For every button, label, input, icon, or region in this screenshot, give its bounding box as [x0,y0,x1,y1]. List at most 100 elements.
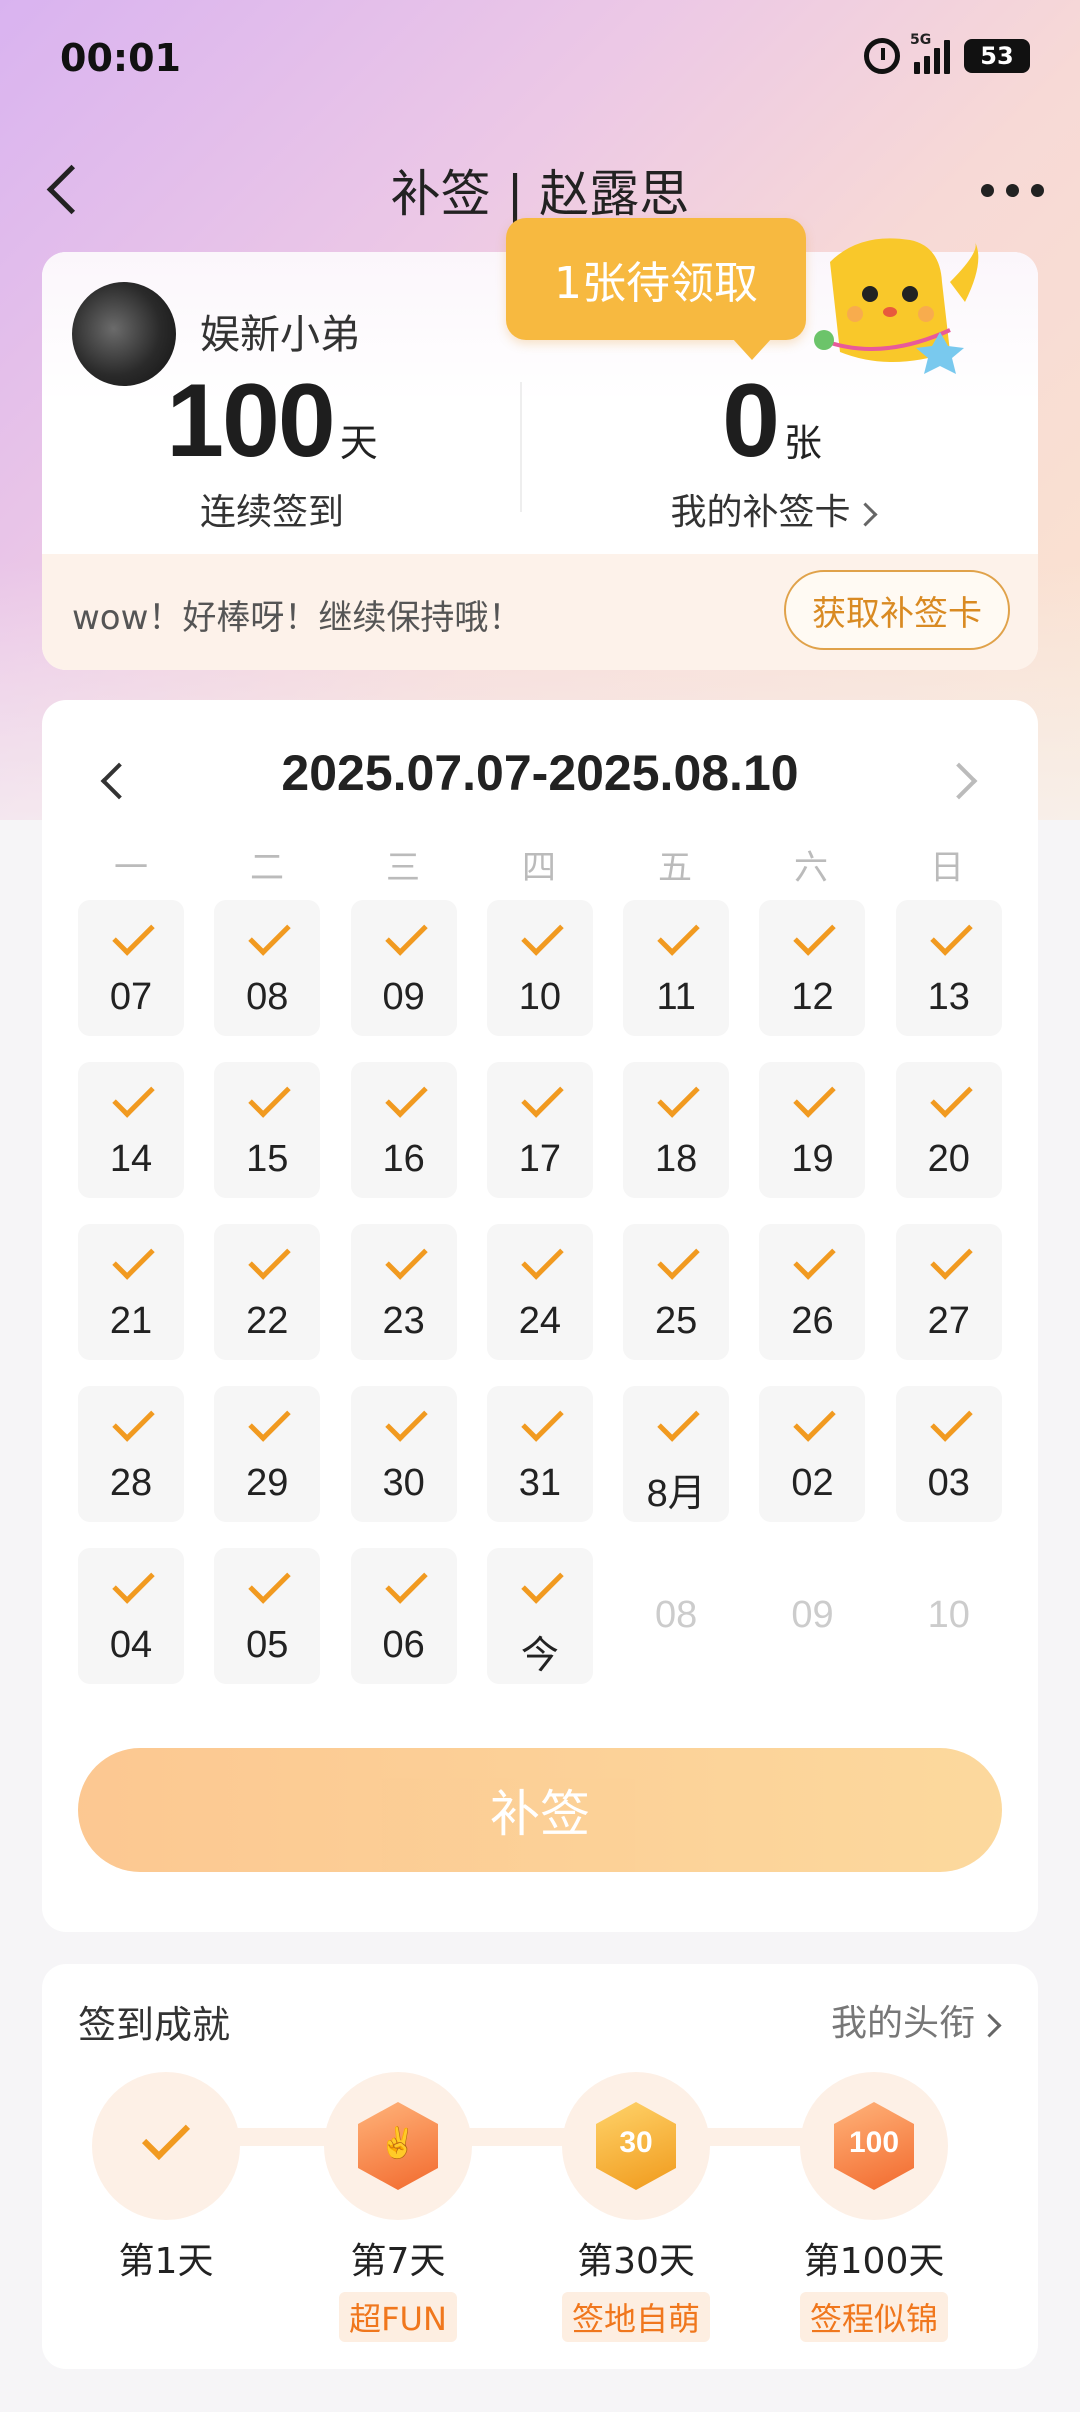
status-bar: 00:01 5G 53 [0,0,1080,120]
badge-100-days-icon: 100 [834,2102,914,2190]
network-type: 5G [910,32,932,48]
achievement-day7[interactable]: ✌ 第7天 超FUN [298,2072,498,2342]
calendar-day-cell[interactable]: 23 [350,1224,457,1360]
achievement-circle: 30 [562,2072,710,2220]
calendar-header: 2025.07.07-2025.08.10 [42,740,1038,820]
checkmark-icon [657,913,700,956]
mascot-icon [814,238,979,374]
calendar-day-cell[interactable]: 02 [759,1386,866,1522]
calendar-day-cell[interactable]: 25 [623,1224,730,1360]
weekday-label: 一 [114,848,148,888]
calendar-day-cell[interactable]: 16 [350,1062,457,1198]
weekday-label: 日 [930,848,964,888]
calendar-day-cell[interactable]: 13 [895,900,1002,1036]
calendar-day-label: 07 [109,976,153,1018]
checkmark-icon [248,1075,292,1118]
badge-hand-icon: ✌ [358,2102,438,2190]
alarm-icon [864,38,900,74]
checkmark-icon [384,1237,428,1280]
calendar-day-cell[interactable]: 04 [78,1548,184,1684]
calendar-day-cell[interactable]: 05 [214,1548,321,1684]
calendar-day-cell[interactable]: 11 [623,900,730,1036]
streak-value: 100 [166,363,336,479]
calendar-day-cell[interactable]: 今 [486,1548,593,1684]
calendar-day-cell[interactable]: 24 [486,1224,593,1360]
achievement-day30[interactable]: 30 第30天 签地自萌 [536,2072,736,2342]
stat-divider [520,382,522,512]
calendar-day-cell[interactable]: 18 [623,1062,730,1198]
calendar-day-cell[interactable]: 26 [759,1224,866,1360]
calendar-day-cell[interactable]: 22 [214,1224,321,1360]
calendar-day-label: 03 [927,1462,970,1504]
checkmark-icon [657,1237,700,1280]
more-options-button[interactable] [981,168,1044,213]
calendar-day-cell[interactable]: 03 [895,1386,1002,1522]
calendar-day-cell[interactable]: 10 [486,900,593,1036]
calendar-day-cell[interactable]: 06 [350,1548,457,1684]
my-titles-link[interactable]: 我的头衔 [830,1994,1002,2046]
achievement-circle: 100 [800,2072,948,2220]
calendar-day-cell[interactable]: 31 [486,1386,593,1522]
calendar-day-cell[interactable]: 19 [759,1062,866,1198]
calendar-day-label: 21 [109,1300,153,1342]
calendar-day-cell[interactable]: 30 [350,1386,457,1522]
chevron-right-icon [852,501,878,527]
checkmark-icon [248,1237,292,1280]
calendar-day-cell[interactable]: 15 [214,1062,321,1198]
cards-unit: 张 [783,421,822,465]
makeup-cards-stat[interactable]: 0张 我的补签卡 [602,362,942,535]
achievements-card: 签到成就 我的头衔 第1天 ✌ 第7天 超FUN 30 第30天 签地自萌 10… [42,1964,1038,2369]
calendar-day-cell[interactable]: 21 [78,1224,184,1360]
makeup-checkin-button[interactable]: 补签 [78,1748,1002,1872]
achievement-title-tag: 签程似锦 [799,2292,948,2342]
checkmark-icon [521,1399,564,1442]
calendar-day-cell[interactable]: 08 [623,1548,729,1684]
checkmark-icon [793,913,837,956]
achievement-day-label: 第30天 [577,2241,695,2282]
calendar-day-cell[interactable]: 27 [895,1224,1002,1360]
calendar-day-cell[interactable]: 08 [214,900,321,1036]
pending-cards-tooltip[interactable]: 1张待领取 [506,218,806,360]
checkmark-icon [384,1561,428,1604]
my-titles-label: 我的头衔 [830,2003,975,2044]
calendar-day-label: 11 [656,976,696,1018]
checkmark-icon [657,1399,700,1442]
calendar-day-cell[interactable]: 09 [350,900,457,1036]
calendar-day-label: 15 [246,1138,289,1180]
cards-value: 0 [722,363,780,479]
battery-icon: 53 [964,39,1030,73]
calendar-day-label: 04 [109,1624,153,1666]
username: 娱新小弟 [200,312,360,358]
achievement-circle [92,2072,240,2220]
checkmark-icon [521,1237,564,1280]
calendar-day-cell[interactable]: 28 [78,1386,184,1522]
calendar-day-label: 31 [518,1462,562,1504]
chevron-right-icon [940,762,978,800]
calendar-day-cell[interactable]: 07 [78,900,184,1036]
calendar-day-cell[interactable]: 29 [214,1386,321,1522]
achievement-day1[interactable]: 第1天 [66,2072,266,2284]
calendar-day-label: 09 [791,1594,834,1636]
calendar-day-label: 24 [518,1300,562,1342]
achievement-day-label: 第100天 [803,2241,945,2282]
checkmark-icon [793,1075,837,1118]
checkmark-icon [521,1075,564,1118]
calendar-day-cell[interactable]: 12 [759,900,866,1036]
checkmark-icon [521,913,564,956]
calendar-day-label: 28 [109,1462,153,1504]
signal-icon: 5G [910,32,950,74]
calendar-day-cell[interactable]: 14 [78,1062,184,1198]
weekday-label: 二 [250,848,284,888]
checkmark-icon [930,1075,973,1118]
calendar-day-cell[interactable]: 8月 [623,1386,730,1522]
calendar-day-cell[interactable]: 20 [895,1062,1002,1198]
calendar-card: 2025.07.07-2025.08.10 一 二 三 四 五 六 日 07 08… [42,700,1038,1932]
calendar-day-cell[interactable]: 09 [759,1548,865,1684]
get-makeup-card-button[interactable]: 获取补签卡 [784,570,1010,650]
calendar-day-cell[interactable]: 17 [486,1062,593,1198]
checkmark-icon [112,913,155,956]
calendar-day-cell[interactable]: 10 [896,1548,1002,1684]
next-range-button[interactable] [938,752,988,808]
achievement-day100[interactable]: 100 第100天 签程似锦 [774,2072,974,2342]
checkmark-icon [793,1399,837,1442]
